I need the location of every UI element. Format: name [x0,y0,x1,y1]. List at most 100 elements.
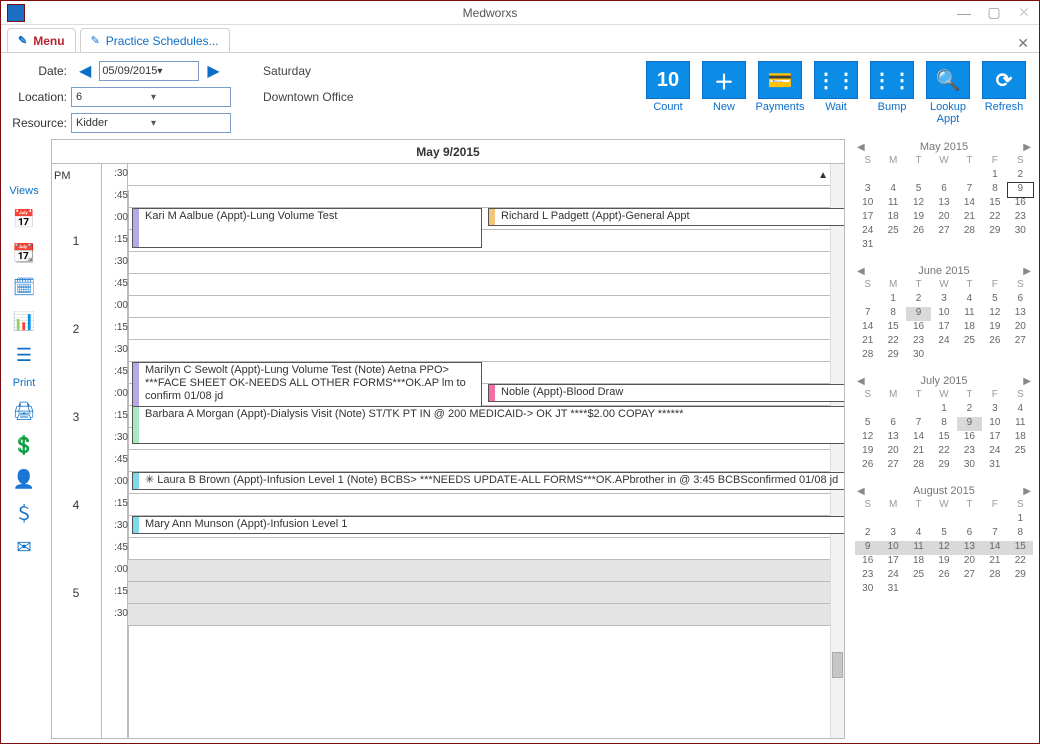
cal-day[interactable]: 21 [957,211,982,225]
cal-day[interactable]: 25 [1008,445,1033,459]
cal-day[interactable]: 31 [880,583,905,597]
cal-day[interactable]: 23 [957,445,982,459]
time-slot[interactable] [128,318,830,340]
cal-day[interactable]: 12 [982,307,1007,321]
cal-day[interactable]: 8 [1008,527,1033,541]
appointment[interactable]: Noble (Appt)-Blood Draw [488,384,844,402]
cal-prev-icon[interactable]: ◀ [857,266,865,277]
cal-day[interactable]: 29 [982,225,1007,239]
cal-day[interactable]: 24 [855,225,880,239]
view-month-icon[interactable]: 🗓 [11,275,37,299]
cal-day[interactable]: 22 [880,335,905,349]
time-slot[interactable] [128,582,830,604]
time-slot[interactable] [128,538,830,560]
cal-prev-icon[interactable]: ◀ [857,486,865,497]
resource-dropdown-icon[interactable]: ▾ [151,118,226,129]
cal-day[interactable]: 27 [957,569,982,583]
cal-day[interactable]: 6 [931,183,956,197]
appointment[interactable]: Barbara A Morgan (Appt)-Dialysis Visit (… [132,406,844,444]
count-button[interactable]: 10 Count [643,61,693,113]
view-day-icon[interactable]: 📅 [11,207,37,231]
cal-day[interactable]: 30 [1008,225,1033,239]
appointment[interactable]: Kari M Aalbue (Appt)-Lung Volume Test [132,208,482,248]
cal-day[interactable]: 28 [982,569,1007,583]
print-billing-icon[interactable]: 💲 [11,433,37,457]
cal-next-icon[interactable]: ▶ [1023,142,1031,153]
cal-day[interactable]: 31 [982,459,1007,473]
cal-day[interactable]: 12 [855,431,880,445]
cal-day[interactable]: 15 [931,431,956,445]
view-chart-icon[interactable]: 📊 [11,309,37,333]
cal-day[interactable]: 16 [1008,197,1033,211]
cal-day[interactable]: 27 [1008,335,1033,349]
cal-day[interactable]: 31 [855,239,880,253]
cal-next-icon[interactable]: ▶ [1023,376,1031,387]
cal-day[interactable]: 20 [1008,321,1033,335]
cal-day[interactable]: 2 [855,527,880,541]
cal-day[interactable]: 5 [931,527,956,541]
cal-day[interactable]: 6 [957,527,982,541]
cal-day[interactable]: 8 [880,307,905,321]
cal-day[interactable]: 11 [1008,417,1033,431]
appointment[interactable]: Richard L Padgett (Appt)-General Appt [488,208,844,226]
cal-day[interactable]: 25 [957,335,982,349]
date-dropdown-icon[interactable]: ▾ [157,66,196,77]
new-button[interactable]: ＋ New [699,61,749,113]
bump-button[interactable]: ⋮⋮ Bump [867,61,917,113]
cal-day[interactable]: 10 [931,307,956,321]
cal-day[interactable]: 5 [855,417,880,431]
cal-day[interactable]: 9 [855,541,880,555]
cal-day[interactable]: 28 [957,225,982,239]
cal-day[interactable]: 2 [1008,169,1033,183]
cal-day[interactable]: 27 [880,459,905,473]
prev-day-button[interactable]: ◀ [71,61,99,81]
tab-close-button[interactable]: ✕ [1013,35,1033,52]
cal-day[interactable]: 6 [880,417,905,431]
cal-day[interactable]: 19 [982,321,1007,335]
cal-day[interactable]: 21 [855,335,880,349]
cal-day[interactable]: 11 [957,307,982,321]
view-list-icon[interactable]: ☰ [11,343,37,367]
cal-day[interactable]: 3 [982,403,1007,417]
cal-day[interactable]: 8 [982,183,1007,197]
cal-day[interactable]: 18 [880,211,905,225]
cal-day[interactable]: 2 [957,403,982,417]
wait-button[interactable]: ⋮⋮ Wait [811,61,861,113]
cal-day[interactable]: 19 [906,211,931,225]
cal-day[interactable]: 18 [957,321,982,335]
cal-day[interactable]: 7 [855,307,880,321]
cal-day[interactable]: 13 [1008,307,1033,321]
cal-day[interactable]: 30 [906,349,931,363]
time-slot[interactable] [128,604,830,626]
cal-day[interactable]: 26 [855,459,880,473]
location-dropdown-icon[interactable]: ▾ [151,92,226,103]
appointment[interactable]: ✳ Laura B Brown (Appt)-Infusion Level 1 … [132,472,844,490]
cal-day[interactable]: 4 [957,293,982,307]
cal-day[interactable]: 12 [906,197,931,211]
cal-day[interactable]: 14 [957,197,982,211]
cal-day[interactable]: 14 [906,431,931,445]
cal-day[interactable]: 25 [880,225,905,239]
cal-prev-icon[interactable]: ◀ [857,142,865,153]
cal-day[interactable]: 4 [880,183,905,197]
cal-day[interactable]: 24 [880,569,905,583]
cal-day[interactable]: 5 [906,183,931,197]
print-patient-icon[interactable]: 👤 [11,467,37,491]
cal-day[interactable]: 20 [957,555,982,569]
cal-day[interactable]: 17 [855,211,880,225]
cal-day[interactable]: 28 [855,349,880,363]
cal-day[interactable]: 20 [931,211,956,225]
cal-day[interactable]: 7 [906,417,931,431]
time-slot[interactable] [128,164,830,186]
time-slot[interactable] [128,340,830,362]
next-day-button[interactable]: ▶ [199,61,227,81]
cal-day[interactable]: 23 [906,335,931,349]
tab-menu[interactable]: ✎ Menu [7,28,76,52]
cal-day[interactable]: 15 [880,321,905,335]
cal-day[interactable]: 19 [855,445,880,459]
time-slot[interactable] [128,494,830,516]
cal-next-icon[interactable]: ▶ [1023,486,1031,497]
cal-day[interactable]: 10 [855,197,880,211]
cal-day[interactable]: 29 [880,349,905,363]
cal-day[interactable]: 22 [1008,555,1033,569]
